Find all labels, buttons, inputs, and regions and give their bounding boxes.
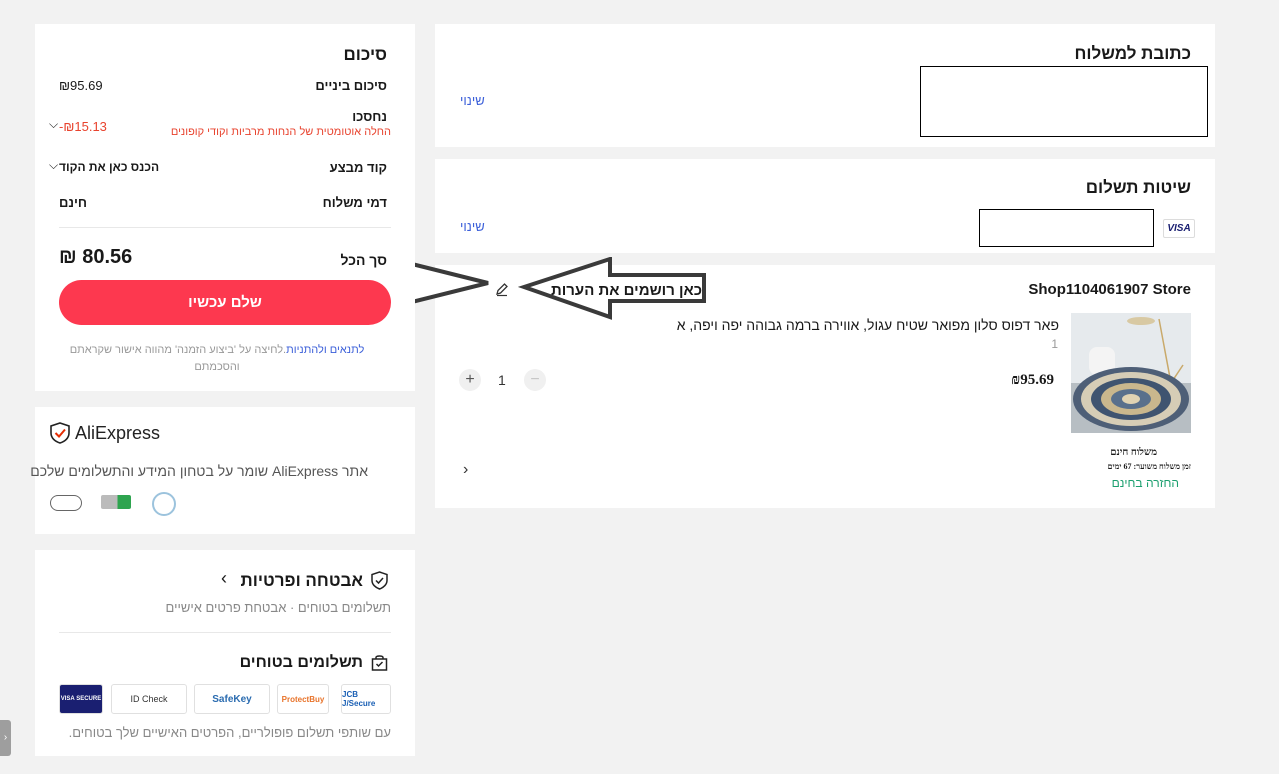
address-redacted-block [920,66,1208,137]
shipping-address-card: כתובת למשלוח שינוי [435,24,1215,147]
promo-code-input[interactable]: הכנס כאן את הקוד [59,160,159,174]
security-divider [59,632,391,633]
certification-badge-icon [50,495,82,511]
shipping-fee-label: דמי משלוח [322,195,387,210]
subtotal-label: סיכום ביניים [315,78,387,93]
order-summary-card: סיכום סיכום ביניים ₪95.69 נחסכו החלה אוט… [35,24,415,391]
subtotal-value: ₪95.69 [59,78,103,93]
chevron-right-icon[interactable]: › [463,461,468,479]
shipping-free-label: משלוח חינם [1110,447,1157,458]
delivery-time-label: זמן משלוח משוער: 67 ימים [1107,462,1191,471]
aliexpress-logo: AliExpress [75,423,161,443]
feedback-side-tab[interactable]: › [0,720,11,756]
visa-card-icon: VISA [1163,219,1195,238]
terms-body: .לחיצה על 'ביצוע הזמנה' מהווה אישור שקרא… [69,344,287,373]
saved-note: החלה אוטומטית של הנחות מרביות וקודי קופו… [170,126,391,138]
summary-divider [59,227,391,228]
safe-payments-title: תשלומים בטוחים [239,654,363,671]
shipping-address-title: כתובת למשלוח [1074,44,1191,63]
aliexpress-description: אתר AliExpress שומר על בטחון המידע והתשל… [30,463,368,479]
saved-chevron-down-icon[interactable]: ⌵ [49,117,58,132]
terms-link[interactable]: לתנאים ולהתניות [286,344,364,356]
shield-icon [371,571,388,590]
product-variant: 1 [1051,337,1058,351]
security-title[interactable]: אבטחה ופרטיות [241,571,363,591]
product-title[interactable]: פאר דפוס סלון מפואר שטיח עגול, אווירה בר… [677,317,1059,333]
id-check-badge: ID Check [111,684,187,714]
payment-methods-card: שיטות תשלום VISA שינוי [435,159,1215,253]
rug-illustration [1071,313,1191,433]
saved-value[interactable]: -₪15.13 [59,119,107,134]
security-privacy-card: אבטחה ופרטיות ‹ תשלומים בטוחים · אבטחת פ… [35,550,415,756]
quantity-increase-button[interactable]: + [459,369,481,391]
summary-title: סיכום [343,45,387,64]
store-name[interactable]: Shop1104061907 Store [1028,281,1191,298]
safekey-badge: SafeKey [194,684,270,714]
promo-code-label: קוד מבצע [329,160,387,175]
shield-check-icon [50,422,70,444]
total-label: סך הכל [340,252,387,268]
security-subtitle: תשלומים בטוחים · אבטחת פרטים אישיים [165,600,391,615]
total-value: ₪ 80.56 [59,246,133,268]
saved-label: נחסכו [352,109,387,124]
security-footer: עם שותפי תשלום פופולריים, הפרטים האישיים… [68,725,391,740]
free-return-link[interactable]: החזרה בחינם [1112,476,1179,490]
shipping-fee-value: חינם [59,195,87,210]
annotation-text: כאן רושמים את הערות [551,282,703,299]
jcb-secure-badge: JCB J/Secure [341,684,391,714]
aliexpress-trust-card: AliExpress אתר AliExpress שומר על בטחון … [30,407,415,534]
quantity-value[interactable]: 1 [498,372,506,388]
secure-badge-icon [101,495,131,509]
product-price: ₪95.69 [1011,372,1054,388]
store-items-card: Shop1104061907 Store פאר דפוס סלון מפואר… [328,257,1215,508]
promo-chevron-down-icon[interactable]: ⌵ [49,158,58,173]
change-payment-link[interactable]: שינוי [460,219,485,234]
visa-secure-badge: VISA SECURE [59,684,103,714]
shopping-bag-icon [371,654,388,671]
change-address-link[interactable]: שינוי [460,93,485,108]
card-number-redacted-block [979,209,1154,247]
trust-seal-icon [152,492,176,516]
product-image[interactable] [1071,313,1191,433]
payment-methods-title: שיטות תשלום [1085,178,1191,197]
pay-now-button[interactable]: שלם עכשיו [59,280,391,325]
terms-text: לתנאים ולהתניות.לחיצה על 'ביצוע הזמנה' מ… [59,342,375,376]
protectbuy-badge: ProtectBuy [277,684,329,714]
quantity-decrease-button[interactable]: − [524,369,546,391]
security-chevron-left-icon[interactable]: ‹ [221,568,227,589]
